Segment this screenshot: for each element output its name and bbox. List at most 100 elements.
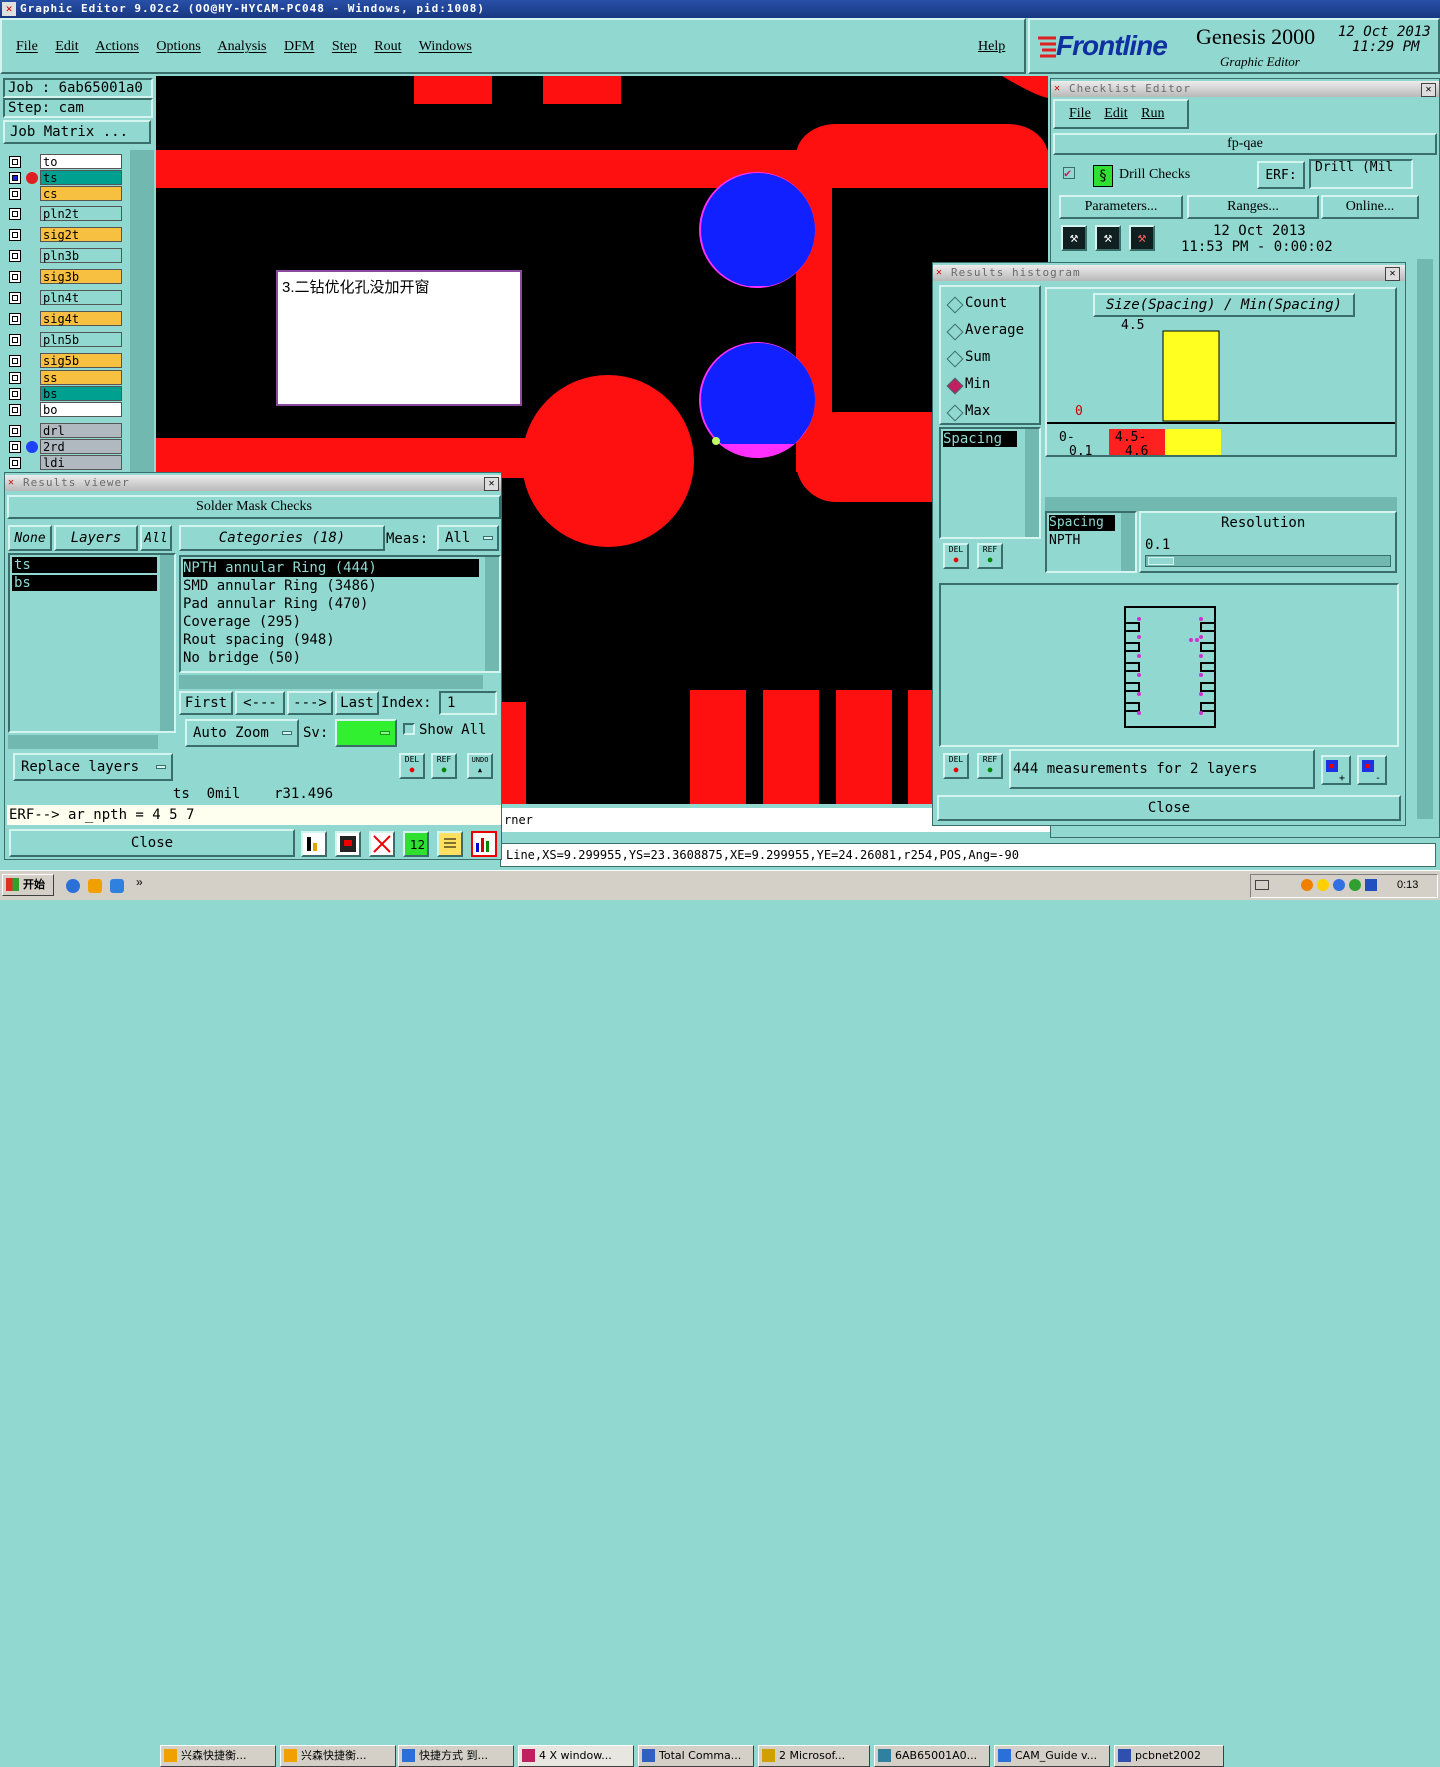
layer-checkbox[interactable]: [9, 425, 21, 437]
layer-row[interactable]: to: [6, 154, 124, 170]
index-input[interactable]: 1: [439, 691, 497, 715]
checklist-menu-file[interactable]: File: [1069, 106, 1091, 121]
meas-dropdown[interactable]: All: [437, 525, 499, 551]
check-enabled-checkbox[interactable]: ✔: [1063, 167, 1075, 179]
selection-list[interactable]: Spacing NPTH: [1045, 511, 1137, 573]
results-viewer-close-icon[interactable]: ✕: [484, 477, 499, 491]
histogram-bin-cell[interactable]: [1165, 429, 1221, 455]
tray-app-icon-4[interactable]: [1349, 879, 1361, 891]
number-sequence-icon[interactable]: 12: [403, 831, 429, 857]
radio-average[interactable]: [946, 323, 964, 341]
layer-checkbox[interactable]: [9, 441, 21, 453]
layer-row[interactable]: pln2t: [6, 206, 124, 222]
layer-results-list[interactable]: ts bs: [8, 553, 176, 733]
sel-item-npth[interactable]: NPTH: [1049, 533, 1080, 549]
checklist-right-scrollbar[interactable]: [1417, 259, 1433, 819]
zoom-next-icon[interactable]: +: [1321, 755, 1351, 785]
results-viewer-titlebar[interactable]: ✕ Results viewer: [5, 475, 501, 491]
layer-checkbox[interactable]: [9, 188, 21, 200]
layer-checkbox[interactable]: [9, 208, 21, 220]
layer-row[interactable]: 2rd: [6, 439, 124, 455]
run-runner-icon-3[interactable]: ⚒: [1129, 225, 1155, 251]
category-list[interactable]: NPTH annular Ring (444) SMD annular Ring…: [179, 555, 501, 673]
layer-row[interactable]: cs: [6, 186, 124, 202]
ref-button[interactable]: REF ●: [431, 753, 457, 779]
layer-checkbox[interactable]: [9, 404, 21, 416]
layer-checkbox[interactable]: [9, 271, 21, 283]
bar-chart-icon[interactable]: [301, 831, 327, 857]
checklist-menu-run[interactable]: Run: [1141, 106, 1164, 121]
category-item-npth[interactable]: NPTH annular Ring (444): [183, 559, 479, 577]
next-button[interactable]: --->: [287, 691, 333, 715]
quicklaunch-app-icon[interactable]: [88, 879, 102, 893]
radio-count[interactable]: [946, 296, 964, 314]
taskbar-item[interactable]: Total Comma...: [638, 1745, 754, 1767]
parameters-button[interactable]: Parameters...: [1059, 195, 1183, 219]
taskbar-item[interactable]: pcbnet2002: [1114, 1745, 1224, 1767]
categories-tab[interactable]: Categories (18): [179, 525, 385, 551]
checklist-menu-edit[interactable]: Edit: [1104, 106, 1127, 121]
menu-rout[interactable]: Rout: [374, 39, 401, 54]
layer-checkbox[interactable]: [9, 388, 21, 400]
menu-analysis[interactable]: Analysis: [218, 39, 267, 54]
taskbar-item[interactable]: 兴森快捷衡...: [280, 1745, 396, 1767]
layer-checkbox[interactable]: [9, 292, 21, 304]
job-matrix-button[interactable]: Job Matrix ...: [3, 120, 151, 144]
report-icon[interactable]: [437, 831, 463, 857]
layer-checkbox[interactable]: [9, 334, 21, 346]
show-all-checkbox[interactable]: [403, 723, 415, 735]
histogram-hscroll[interactable]: [1045, 497, 1397, 511]
radio-sum[interactable]: [946, 350, 964, 368]
last-button[interactable]: Last: [335, 691, 379, 715]
layer-row[interactable]: pln4t: [6, 290, 124, 306]
taskbar-item[interactable]: 6AB65001A0...: [874, 1745, 990, 1767]
tray-network-icon[interactable]: [1365, 879, 1377, 891]
taskbar-item[interactable]: 2 Microsof...: [758, 1745, 870, 1767]
checklist-editor-titlebar[interactable]: ✕ Checklist Editor: [1051, 81, 1439, 97]
tray-app-icon-3[interactable]: [1333, 879, 1345, 891]
layer-checkbox[interactable]: [9, 457, 21, 469]
menu-edit[interactable]: Edit: [55, 39, 78, 54]
radio-max[interactable]: [946, 404, 964, 422]
start-button[interactable]: 开始: [2, 874, 54, 896]
layer-checkbox[interactable]: [9, 156, 21, 168]
auto-zoom-dropdown[interactable]: Auto Zoom: [185, 719, 299, 747]
layer-row[interactable]: pln5b: [6, 332, 124, 348]
category-list-hscroll[interactable]: [179, 675, 483, 689]
menu-actions[interactable]: Actions: [95, 39, 139, 54]
quicklaunch-more-icon[interactable]: »: [136, 875, 143, 889]
delete-layers-icon[interactable]: [369, 831, 395, 857]
radio-min[interactable]: [946, 377, 964, 395]
hist-ref-top-button[interactable]: REF ●: [977, 543, 1003, 569]
histogram-icon[interactable]: [471, 831, 497, 857]
category-item-pad[interactable]: Pad annular Ring (470): [183, 595, 499, 613]
histogram-close-button[interactable]: Close: [937, 795, 1401, 821]
layers-tab[interactable]: Layers: [54, 525, 138, 551]
layer-row[interactable]: sig3b: [6, 269, 124, 285]
layer-row[interactable]: bs: [6, 386, 124, 402]
quicklaunch-app-icon-2[interactable]: [110, 879, 124, 893]
layer-checkbox[interactable]: [9, 172, 21, 184]
results-viewer-close-button[interactable]: Close: [9, 829, 295, 857]
taskbar-item[interactable]: 兴森快捷衡...: [160, 1745, 276, 1767]
metric-list-vscroll[interactable]: [1025, 429, 1039, 537]
layer-row[interactable]: ts: [6, 170, 124, 186]
layer-row[interactable]: drl: [6, 423, 124, 439]
histogram-bar[interactable]: [1162, 330, 1220, 422]
menu-step[interactable]: Step: [332, 39, 357, 54]
layer-row[interactable]: sig2t: [6, 227, 124, 243]
category-item-bridge[interactable]: No bridge (50): [183, 649, 499, 667]
hist-ref-button[interactable]: REF ●: [977, 753, 1003, 779]
erf-value-field[interactable]: Drill (Mil: [1309, 159, 1413, 189]
layer-row[interactable]: ss: [6, 370, 124, 386]
record-icon[interactable]: [335, 831, 361, 857]
layer-row[interactable]: sig4t: [6, 311, 124, 327]
histogram-titlebar[interactable]: ✕ Results histogram: [933, 265, 1405, 281]
checklist-close-icon[interactable]: ✕: [1421, 83, 1436, 97]
quicklaunch-ie-icon[interactable]: [66, 879, 80, 893]
histogram-close-icon[interactable]: ✕: [1385, 267, 1400, 281]
layer-row[interactable]: ldi: [6, 455, 124, 471]
menu-help[interactable]: Help: [978, 39, 1005, 55]
del-button[interactable]: DEL ●: [399, 753, 425, 779]
menu-file[interactable]: File: [16, 39, 38, 54]
